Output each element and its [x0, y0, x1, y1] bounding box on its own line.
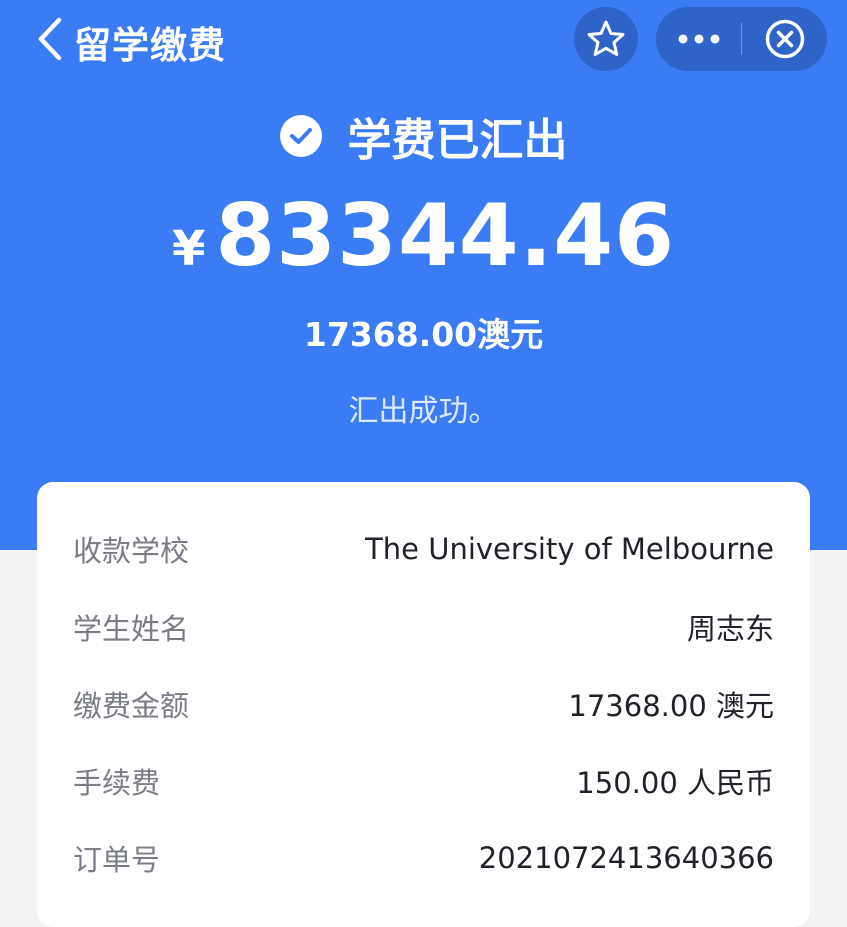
back-button[interactable] [30, 14, 70, 64]
navigation-bar: 留学缴费 [0, 0, 847, 80]
page-title: 留学缴费 [74, 24, 226, 67]
detail-value: 150.00 人民币 [576, 766, 774, 800]
detail-value: 17368.00 澳元 [568, 689, 774, 723]
transfer-status: 学费已汇出 [0, 108, 847, 166]
detail-value: 周志东 [686, 612, 774, 646]
detail-value: The University of Melbourne [365, 532, 774, 566]
detail-row-amount: 缴费金额 17368.00 澳元 [73, 679, 774, 729]
favorite-button[interactable] [574, 7, 638, 71]
detail-label: 收款学校 [73, 534, 190, 568]
status-text: 学费已汇出 [347, 115, 568, 166]
detail-row-fee: 手续费 150.00 人民币 [73, 756, 774, 806]
detail-label: 手续费 [73, 766, 161, 800]
detail-label: 学生姓名 [73, 612, 190, 646]
more-button[interactable] [656, 7, 741, 71]
close-circle-icon [765, 19, 804, 59]
more-dots-icon [678, 34, 719, 44]
detail-row-order: 订单号 2021072413640366 [73, 833, 774, 883]
payment-details-card: 收款学校 The University of Melbourne 学生姓名 周志… [37, 482, 810, 927]
star-outline-icon [587, 20, 625, 56]
check-circle-icon [279, 115, 322, 157]
detail-value: 2021072413640366 [478, 841, 774, 875]
detail-label: 订单号 [73, 843, 161, 877]
detail-row-school: 收款学校 The University of Melbourne [73, 524, 774, 574]
success-note: 汇出成功。 [348, 394, 499, 429]
detail-label: 缴费金额 [73, 689, 190, 723]
amount-cny: 83344.46 [215, 186, 675, 286]
currency-symbol: ¥ [172, 221, 206, 277]
amount-aud: 17368.00澳元 [303, 315, 544, 354]
detail-row-student: 学生姓名 周志东 [73, 602, 774, 652]
amount-display: ¥ 83344.46 [0, 186, 847, 286]
mini-program-capsule [656, 7, 827, 71]
header-banner: 留学缴费 学费已汇出 ¥ 83344.46 17368.00澳元 汇出成功。 [0, 0, 847, 550]
close-button[interactable] [742, 7, 827, 71]
chevron-left-icon [38, 17, 62, 61]
